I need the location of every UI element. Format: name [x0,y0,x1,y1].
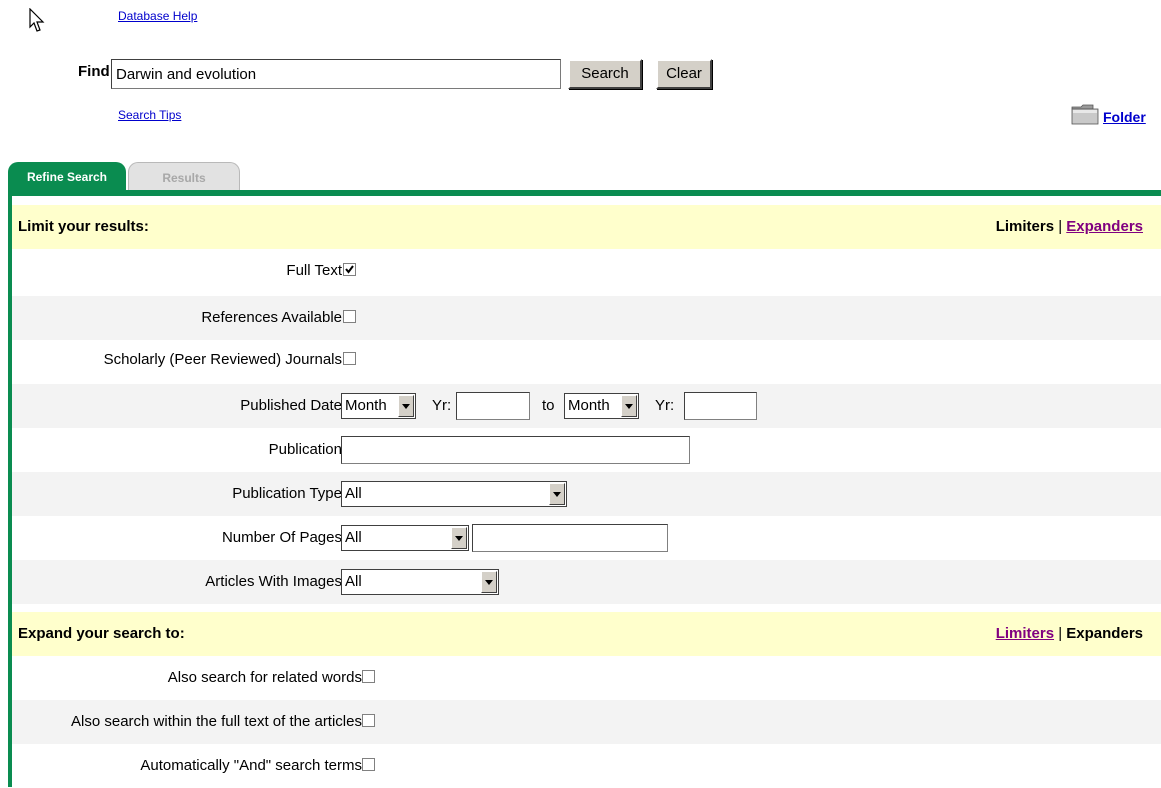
references-checkbox[interactable] [343,310,356,323]
chevron-down-icon [398,395,414,417]
publication-input[interactable] [341,436,690,464]
full-text-articles-label: Also search within the full text of the … [71,713,362,730]
number-of-pages-value: All [345,529,362,546]
and-terms-row: Automatically "And" search terms [12,744,1161,788]
references-row: References Available [12,296,1161,340]
and-terms-label: Automatically "And" search terms [140,757,362,774]
to-label: to [542,397,555,414]
clear-button[interactable]: Clear [656,59,712,89]
from-month-select[interactable]: Month [341,393,416,419]
publication-type-value: All [345,485,362,502]
folder-link[interactable]: Folder [1071,103,1146,125]
expanders-current: Expanders [1066,625,1143,642]
tab-results[interactable]: Results [128,162,240,192]
folder-label: Folder [1103,109,1146,125]
published-date-label: Published Date [240,397,342,414]
find-label: Find: [78,63,115,80]
limits-nav: Limiters | Expanders [996,205,1143,249]
to-month-select[interactable]: Month [564,393,639,419]
tab-underline [8,190,1161,196]
panel-left-border [8,190,12,787]
publication-row: Publication [12,428,1161,472]
search-button[interactable]: Search [568,59,642,89]
full-text-label: Full Text [286,262,342,279]
limits-header: Limit your results: Limiters | Expanders [12,205,1161,249]
checkmark-icon [345,265,354,274]
scholarly-row: Scholarly (Peer Reviewed) Journals [12,338,1161,382]
publication-type-label: Publication Type [232,485,342,502]
tab-refine-search[interactable]: Refine Search [8,162,126,192]
scholarly-checkbox[interactable] [343,352,356,365]
articles-with-images-label: Articles With Images [205,573,342,590]
chevron-down-icon [451,527,467,549]
chevron-down-icon [549,483,565,505]
limiters-current: Limiters [995,218,1055,235]
scholarly-label: Scholarly (Peer Reviewed) Journals [103,351,342,368]
from-month-value: Month [345,397,387,414]
related-words-row: Also search for related words [12,656,1161,700]
expanders-nav: Limiters | Expanders [996,612,1143,656]
articles-with-images-value: All [345,573,362,590]
related-words-label: Also search for related words [167,669,362,686]
expanders-header: Expand your search to: Limiters | Expand… [12,612,1161,656]
database-help-link[interactable]: Database Help [118,9,197,23]
to-month-value: Month [568,397,610,414]
expanders-title: Expand your search to: [18,625,185,642]
nav-separator: | [1058,625,1063,642]
number-of-pages-label: Number Of Pages [221,529,342,546]
from-year-input[interactable] [456,392,530,420]
to-year-input[interactable] [684,392,757,420]
references-label: References Available [201,309,342,326]
to-yr-label: Yr: [655,397,675,414]
find-input[interactable] [111,59,561,89]
articles-with-images-row: Articles With Images All [12,560,1161,604]
full-text-articles-row: Also search within the full text of the … [12,700,1161,744]
full-text-checkbox[interactable] [343,263,356,276]
chevron-down-icon [621,395,637,417]
number-of-pages-input[interactable] [472,524,668,552]
number-of-pages-select[interactable]: All [341,525,469,551]
articles-with-images-select[interactable]: All [341,569,499,595]
expanders-link[interactable]: Expanders [1066,218,1143,235]
full-text-row: Full Text [12,249,1161,293]
related-words-checkbox[interactable] [362,670,375,683]
publication-label: Publication [268,441,342,458]
number-of-pages-row: Number Of Pages All [12,516,1161,560]
from-yr-label: Yr: [432,397,452,414]
nav-separator: | [1058,218,1063,235]
limiters-link[interactable]: Limiters [996,625,1054,642]
chevron-down-icon [481,571,497,593]
publication-type-select[interactable]: All [341,481,567,507]
search-tips-link[interactable]: Search Tips [118,108,181,122]
mouse-pointer-icon [29,8,45,32]
and-terms-checkbox[interactable] [362,758,375,771]
full-text-articles-checkbox[interactable] [362,714,375,727]
folder-icon [1071,104,1099,125]
published-date-row: Published Date Month Yr: to Month Yr: [12,384,1161,428]
publication-type-row: Publication Type All [12,472,1161,516]
limits-title: Limit your results: [18,218,149,235]
